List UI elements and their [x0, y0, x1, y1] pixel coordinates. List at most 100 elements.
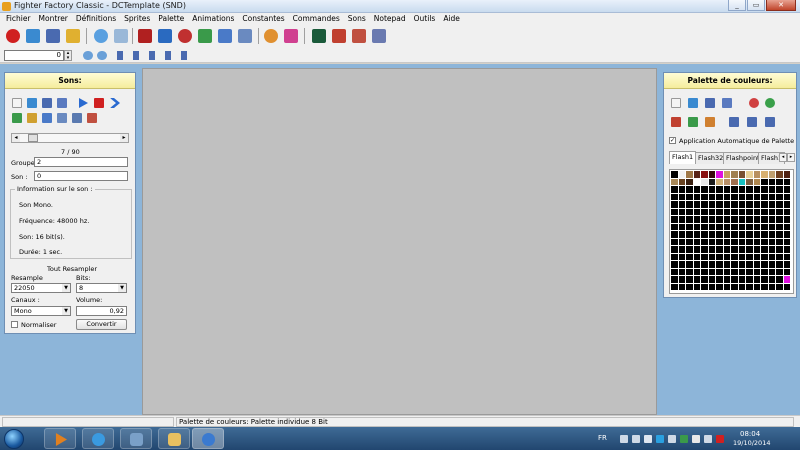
palette-swatch[interactable] [783, 283, 791, 291]
palette-swatch[interactable] [686, 193, 693, 201]
tab-scroll-right[interactable]: ▸ [787, 153, 795, 162]
palette-swatch[interactable] [701, 276, 708, 283]
palette-swatch[interactable] [731, 208, 738, 216]
scroll-right-arrow[interactable]: ▸ [120, 134, 128, 142]
palette-swatch[interactable] [678, 231, 686, 238]
palette-swatch[interactable] [768, 201, 776, 208]
palette-swatch[interactable] [761, 283, 768, 291]
palette-swatch[interactable] [701, 223, 708, 231]
tray-icon-6[interactable] [680, 435, 688, 443]
palette-swatch[interactable] [693, 261, 701, 268]
palette-swatch[interactable] [678, 178, 686, 186]
palette-swatch[interactable] [731, 216, 738, 223]
palette-swatch[interactable] [768, 223, 776, 231]
palette-swatch[interactable] [738, 201, 746, 208]
palette-swatch[interactable] [671, 193, 678, 201]
palette-swatch[interactable] [716, 231, 723, 238]
palette-swatch[interactable] [753, 178, 761, 186]
palette-swatch[interactable] [723, 261, 731, 268]
palette-swatch[interactable] [746, 276, 753, 283]
menu-definitions[interactable]: Définitions [72, 13, 120, 25]
palette-swatch[interactable] [701, 208, 708, 216]
palette-swatch[interactable] [678, 186, 686, 193]
palette-swatch[interactable] [678, 193, 686, 201]
monitor-icon[interactable] [310, 27, 328, 45]
palette-swatch[interactable] [716, 193, 723, 201]
palette-swatch[interactable] [761, 238, 768, 246]
palette-swatch[interactable] [753, 231, 761, 238]
speaker-icon[interactable] [196, 27, 214, 45]
menu-sprites[interactable]: Sprites [120, 13, 154, 25]
volume-input[interactable]: 0,92 [76, 306, 127, 316]
palette-swatch[interactable] [761, 201, 768, 208]
palette-swatch[interactable] [738, 223, 746, 231]
axis-2-icon[interactable] [130, 50, 142, 61]
palette-swatch[interactable] [686, 171, 693, 178]
palette-swatch[interactable] [753, 283, 761, 291]
palette-swatch[interactable] [693, 208, 701, 216]
palette-swatch[interactable] [783, 201, 791, 208]
palette-swatch[interactable] [776, 283, 783, 291]
palette-select-icon[interactable] [670, 116, 682, 128]
palette-swatch[interactable] [686, 231, 693, 238]
settings-wand-icon[interactable] [350, 27, 368, 45]
palette-swatch[interactable] [716, 276, 723, 283]
palette-swatch[interactable] [783, 231, 791, 238]
palette-swatch[interactable] [738, 276, 746, 283]
palette-swatch[interactable] [746, 253, 753, 261]
palette-swatch[interactable] [671, 276, 678, 283]
palette-swatch[interactable] [686, 208, 693, 216]
tab-flash32[interactable]: Flash32 [695, 152, 727, 164]
undo-icon[interactable] [748, 97, 760, 109]
palette-swatch[interactable] [678, 276, 686, 283]
palette-swatch[interactable] [761, 216, 768, 223]
palette-swatch[interactable] [678, 216, 686, 223]
palette-swatch[interactable] [723, 178, 731, 186]
palette-swatch[interactable] [783, 178, 791, 186]
palette-swatch[interactable] [768, 268, 776, 276]
save-icon[interactable] [44, 27, 62, 45]
palette-swatch[interactable] [776, 193, 783, 201]
bits-select[interactable]: 8 ▼ [76, 283, 127, 293]
palette-swatch[interactable] [776, 178, 783, 186]
palette-swatch[interactable] [768, 208, 776, 216]
taskbar-media-player[interactable] [44, 428, 76, 449]
menu-montrer[interactable]: Montrer [35, 13, 72, 25]
palette-swatch[interactable] [686, 276, 693, 283]
palette-swatch[interactable] [716, 208, 723, 216]
menu-notepad[interactable]: Notepad [370, 13, 410, 25]
network-tray-icon[interactable] [668, 435, 676, 443]
palette-swatch[interactable] [693, 223, 701, 231]
palette-swatch[interactable] [753, 253, 761, 261]
palette-swatch[interactable] [776, 238, 783, 246]
palette-swatch[interactable] [678, 268, 686, 276]
sound-add-icon[interactable] [11, 112, 23, 124]
palette-swatch[interactable] [701, 231, 708, 238]
palette-swatch[interactable] [723, 238, 731, 246]
volume-tray-icon[interactable] [692, 435, 700, 443]
new-palette-icon[interactable] [670, 97, 682, 109]
palette-swatch[interactable] [783, 268, 791, 276]
palette-swatch[interactable] [746, 238, 753, 246]
palette-swatch[interactable] [776, 261, 783, 268]
tray-icon-4[interactable] [656, 435, 664, 443]
palette-swatch[interactable] [746, 208, 753, 216]
palette-swatch[interactable] [753, 186, 761, 193]
palette-swatch[interactable] [731, 193, 738, 201]
tab-flash1[interactable]: Flash1 [669, 151, 697, 164]
clapperboard-icon[interactable] [136, 27, 154, 45]
axis-1-icon[interactable] [114, 50, 126, 61]
palette-swatch[interactable] [738, 231, 746, 238]
sound-volume-icon[interactable] [56, 112, 68, 124]
menu-sons[interactable]: Sons [344, 13, 370, 25]
palette-swatch[interactable] [746, 223, 753, 231]
palette-swatch[interactable] [716, 268, 723, 276]
palette-swatch[interactable] [723, 231, 731, 238]
palette-swatch[interactable] [746, 261, 753, 268]
palette-swatch[interactable] [761, 223, 768, 231]
palette-swatch[interactable] [753, 246, 761, 253]
palette-swatch[interactable] [686, 268, 693, 276]
palette-swatch[interactable] [738, 186, 746, 193]
canaux-select[interactable]: Mono ▼ [11, 306, 71, 316]
palette-swatch[interactable] [731, 246, 738, 253]
